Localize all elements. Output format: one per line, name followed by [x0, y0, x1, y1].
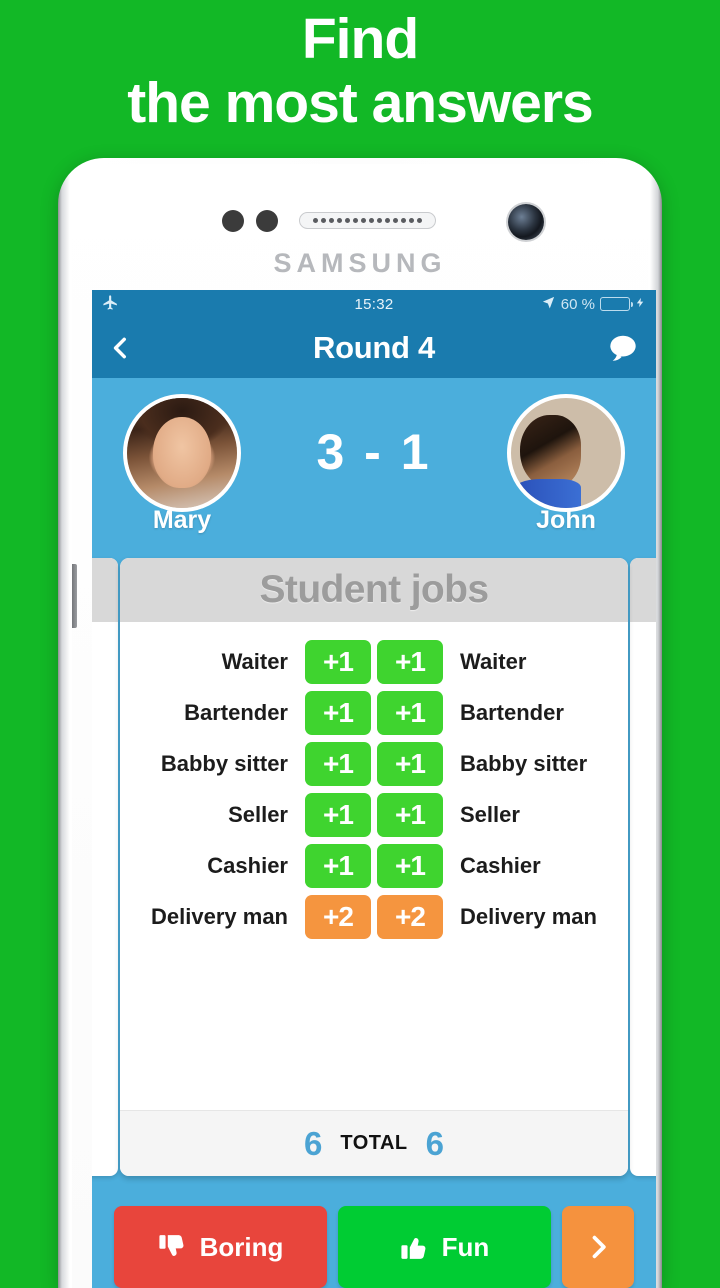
chevron-right-icon [592, 1235, 606, 1259]
page-title: Round 4 [313, 330, 435, 365]
card-title: Student jobs [259, 568, 490, 611]
answer-left: Waiter [221, 648, 288, 674]
total-right: 6 [425, 1124, 445, 1162]
device-brand-label: SAMSUNG [273, 248, 447, 278]
card-previous[interactable] [92, 558, 118, 1176]
back-button[interactable] [108, 331, 134, 365]
promo-headline: Find the most answers [0, 0, 720, 160]
answer-left: Seller [228, 801, 288, 827]
points-right: +1 [377, 690, 443, 735]
total-left: 6 [303, 1124, 323, 1162]
boring-button[interactable]: Boring [114, 1206, 327, 1288]
answer-right: Cashier [460, 852, 541, 878]
card-header: Student jobs [120, 558, 628, 622]
answer-row: Waiter +1 +1 Waiter [140, 636, 608, 687]
avatar [123, 393, 241, 512]
question-card: Student jobs Waiter +1 +1 Waiter Bartender +1… [120, 558, 628, 1176]
answer-rows: Waiter +1 +1 Waiter Bartender +1 +1 Bartender Ba… [120, 622, 628, 1110]
lightning-bolt-icon [635, 295, 646, 314]
fun-button[interactable]: Fun [338, 1206, 551, 1288]
answer-left: Babby sitter [160, 750, 288, 776]
answer-row: Seller +1 +1 Seller [140, 789, 608, 840]
answer-right: Delivery man [460, 903, 597, 929]
answer-right: Seller [460, 801, 520, 827]
battery-percent-label: 60 % [560, 295, 595, 313]
points-left: +1 [305, 792, 371, 837]
thumbs-up-icon [401, 1238, 426, 1259]
card-next[interactable] [630, 558, 656, 1176]
answer-left: Cashier [207, 852, 288, 878]
points-left: +1 [305, 741, 371, 786]
thumbs-down-icon [159, 1235, 184, 1256]
location-arrow-icon [541, 295, 556, 314]
promo-line-2: the most answers [127, 70, 593, 135]
points-right: +1 [377, 843, 443, 888]
earpiece-speaker-icon [299, 212, 436, 229]
answer-row: Delivery man +2 +2 Delivery man [140, 891, 608, 942]
answer-row: Cashier +1 +1 Cashier [140, 840, 608, 891]
points-right: +1 [377, 639, 443, 684]
answer-right: Babby sitter [460, 750, 588, 776]
front-camera-icon [508, 204, 544, 240]
proximity-sensors-icon [222, 210, 278, 232]
answer-left: Bartender [184, 699, 288, 725]
phone-screen: 15:32 60 % Round 4 Mary 3 - 1 John Stude… [92, 290, 656, 1288]
phone-mockup: SAMSUNG 15:32 60 % Round 4 Mary 3 - 1 Jo… [58, 158, 662, 1288]
points-left: +2 [305, 894, 371, 939]
player-left[interactable]: Mary [114, 393, 250, 535]
points-left: +1 [305, 639, 371, 684]
scoreline: 3 - 1 [316, 424, 432, 480]
points-right: +1 [377, 741, 443, 786]
answer-right: Waiter [460, 648, 527, 674]
total-label: TOTAL [340, 1132, 408, 1154]
score-strip: Mary 3 - 1 John [92, 378, 656, 550]
total-bar: 6 TOTAL 6 [120, 1110, 628, 1176]
phone-body: SAMSUNG 15:32 60 % Round 4 Mary 3 - 1 Jo… [72, 164, 656, 1288]
promo-line-1: Find [301, 7, 419, 71]
action-bar: Boring Fun [92, 1196, 656, 1288]
answer-right: Bartender [460, 699, 564, 725]
nav-bar: Round 4 [92, 318, 656, 378]
answer-row: Babby sitter +1 +1 Babby sitter [140, 738, 608, 789]
next-button[interactable] [562, 1206, 634, 1288]
answer-left: Delivery man [151, 903, 288, 929]
player-right[interactable]: John [498, 393, 634, 535]
fun-label: Fun [441, 1231, 490, 1262]
card-carousel: Student jobs Waiter +1 +1 Waiter Bartender +1… [92, 550, 656, 1196]
boring-label: Boring [199, 1231, 284, 1262]
status-bar: 15:32 60 % [92, 290, 656, 318]
avatar [507, 393, 625, 512]
points-left: +1 [305, 843, 371, 888]
points-right: +2 [377, 894, 443, 939]
points-left: +1 [305, 690, 371, 735]
chat-button[interactable] [606, 333, 640, 363]
volume-button[interactable] [72, 564, 77, 628]
battery-icon [600, 297, 633, 311]
points-right: +1 [377, 792, 443, 837]
answer-row: Bartender +1 +1 Bartender [140, 687, 608, 738]
